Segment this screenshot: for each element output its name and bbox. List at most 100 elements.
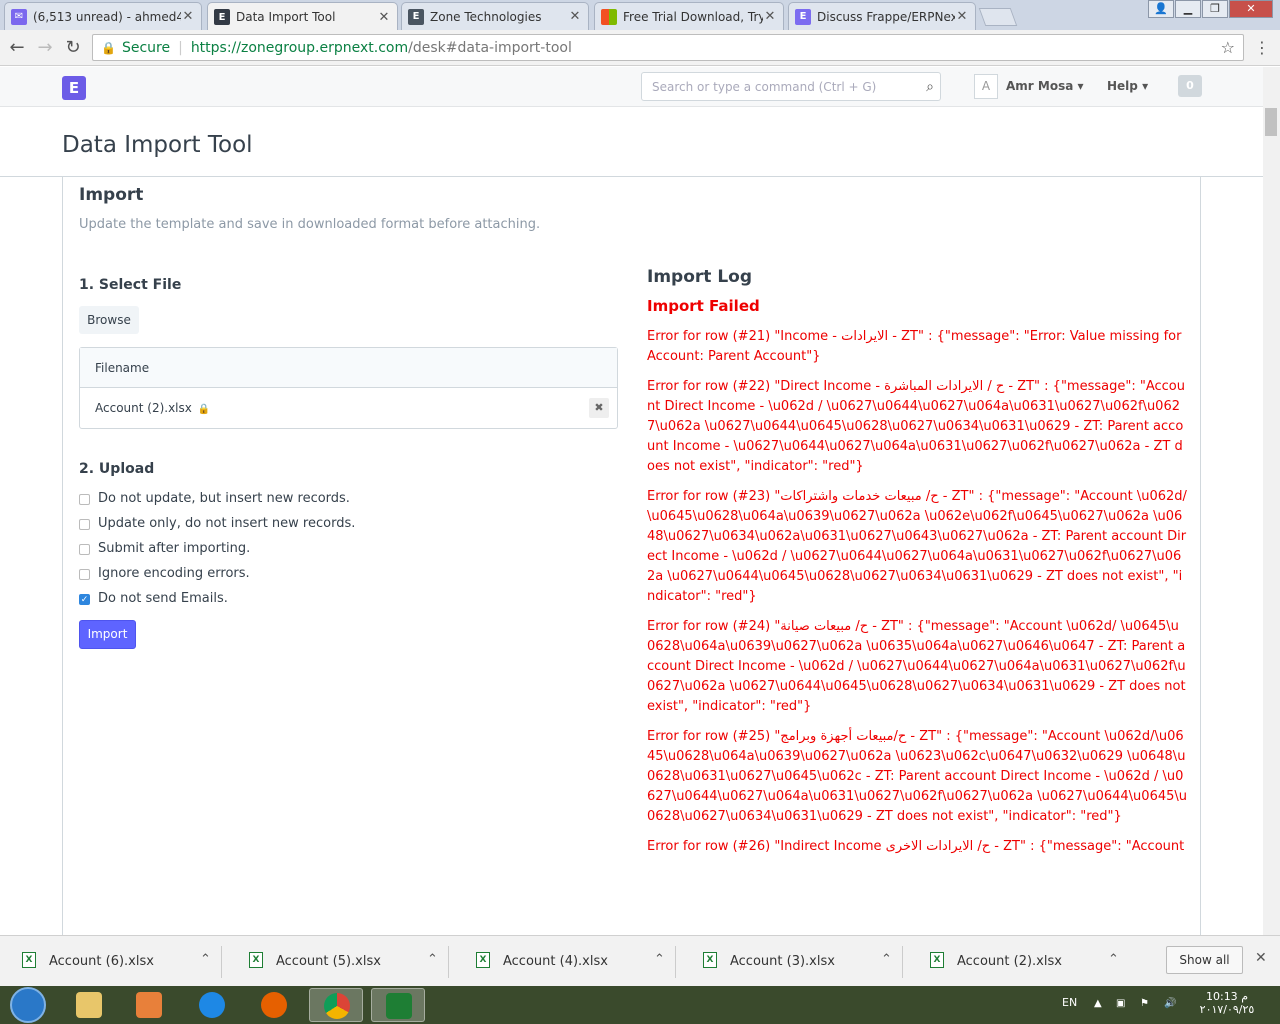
file-name[interactable]: Account (2).xlsx (95, 401, 192, 415)
no-email-label[interactable]: Do not send Emails. (98, 591, 228, 606)
internet-explorer-taskbar-icon[interactable] (185, 988, 239, 1022)
window-close-icon[interactable]: ✕ (1229, 0, 1273, 18)
lock-icon: 🔒 (197, 404, 211, 415)
close-tab-icon[interactable]: ✕ (181, 9, 195, 24)
insert-new-label[interactable]: Do not update, but insert new records. (98, 491, 350, 506)
update-only-label[interactable]: Update only, do not insert new records. (98, 516, 355, 531)
no-email-checkbox[interactable]: ✓ (79, 594, 90, 605)
excel-taskbar-icon[interactable] (371, 988, 425, 1022)
page-scrollbar-thumb[interactable] (1265, 108, 1277, 136)
browser-tab-strip: ✉ (6,513 unread) - ahmed4 ✕ E Data Impor… (0, 0, 1280, 31)
mail-icon: ✉ (11, 8, 27, 25)
remove-file-button[interactable]: ✖ (589, 398, 609, 418)
log-entry: Error for row (#26) "Indirect Income ح/ … (647, 839, 1185, 854)
download-item[interactable]: X Account (6).xlsx ⌃ (0, 946, 222, 978)
excel-file-icon: X (703, 952, 717, 968)
erpnext-logo[interactable]: E (62, 76, 86, 100)
browser-toolbar: ← → ↻ 🔒 Secure | https://zonegroup.erpne… (0, 30, 1280, 66)
import-button[interactable]: Import (79, 620, 136, 649)
chevron-up-icon[interactable]: ⌃ (654, 952, 665, 967)
explorer-taskbar-icon[interactable] (62, 988, 116, 1022)
file-table-header: Filename (80, 348, 617, 388)
excel-file-icon: X (22, 952, 36, 968)
back-icon[interactable]: ← (6, 37, 28, 58)
user-menu[interactable]: Amr Mosa ▾ (1006, 79, 1084, 93)
import-log-title: Import Log (647, 267, 752, 287)
lock-icon: 🔒 (101, 40, 116, 55)
log-entry: Error for row (#23) "ح/ مبيعات خدمات واش… (647, 489, 1187, 604)
user-profile-icon[interactable]: 👤 (1148, 0, 1174, 18)
system-tray: EN ▲ ▣ ⚑ 🔊 10:13 م ٢٠١٧/٠٩/٢٥ (1052, 986, 1280, 1024)
chevron-up-icon[interactable]: ⌃ (200, 952, 211, 967)
submit-after-import-label[interactable]: Submit after importing. (98, 541, 250, 556)
help-menu[interactable]: Help ▾ (1107, 79, 1148, 93)
erpnext-purple-icon: E (795, 8, 811, 25)
restore-icon[interactable]: ❐ (1202, 0, 1228, 18)
volume-icon[interactable]: 🔊 (1164, 998, 1176, 1010)
log-entry: Error for row (#25) "ح/مبيعات أجهزة وبرا… (647, 729, 1187, 824)
import-log: Import Log Import Failed Error for row (… (647, 267, 1187, 867)
forward-icon[interactable]: → (34, 37, 56, 58)
chevron-up-icon[interactable]: ⌃ (1108, 952, 1119, 967)
chevron-up-icon[interactable]: ⌃ (427, 952, 438, 967)
download-item[interactable]: X Account (4).xlsx ⌃ (454, 946, 676, 978)
reload-icon[interactable]: ↻ (62, 37, 84, 58)
microsoft-icon (601, 8, 617, 25)
tray-expand-icon[interactable]: ▲ (1094, 998, 1106, 1010)
chrome-taskbar-icon[interactable] (309, 988, 363, 1022)
excel-file-icon: X (930, 952, 944, 968)
import-heading: Import (79, 185, 144, 205)
show-all-downloads-button[interactable]: Show all (1166, 946, 1243, 974)
download-item[interactable]: X Account (2).xlsx ⌃ (908, 946, 1130, 978)
minimize-icon[interactable]: ▁ (1175, 0, 1201, 18)
avatar[interactable]: A (974, 74, 998, 99)
download-shelf: X Account (6).xlsx ⌃ X Account (5).xlsx … (0, 935, 1280, 986)
close-tab-icon[interactable]: ✕ (568, 9, 582, 24)
caret-down-icon: ▾ (1077, 79, 1084, 93)
insert-new-checkbox[interactable] (79, 494, 90, 505)
action-center-icon[interactable]: ⚑ (1140, 998, 1152, 1010)
import-card: Import Update the template and save in d… (62, 177, 1201, 937)
close-tab-icon[interactable]: ✕ (377, 10, 391, 25)
erpnext-icon: E (408, 8, 424, 25)
windows-start-button[interactable] (10, 987, 46, 1023)
app-navbar: E Search or type a command (Ctrl + G) ⌕ … (0, 67, 1263, 107)
ignore-encoding-checkbox[interactable] (79, 569, 90, 580)
network-icon[interactable]: ▣ (1116, 998, 1128, 1010)
windows-taskbar: EN ▲ ▣ ⚑ 🔊 10:13 م ٢٠١٧/٠٩/٢٥ (0, 986, 1280, 1024)
excel-file-icon: X (476, 952, 490, 968)
update-only-checkbox[interactable] (79, 519, 90, 530)
file-table: Filename Account (2).xlsx 🔒 ✖ (79, 347, 618, 429)
awesome-bar-search[interactable]: Search or type a command (Ctrl + G) ⌕ (641, 72, 941, 101)
bookmark-star-icon[interactable]: ☆ (1221, 38, 1235, 57)
page-head: Data Import Tool (0, 108, 1263, 177)
page-scrollbar[interactable] (1263, 67, 1280, 935)
clock[interactable]: 10:13 م ٢٠١٧/٠٩/٢٥ (1192, 990, 1262, 1016)
download-item[interactable]: X Account (5).xlsx ⌃ (227, 946, 449, 978)
language-indicator[interactable]: EN (1062, 996, 1077, 1009)
chevron-up-icon[interactable]: ⌃ (881, 952, 892, 967)
media-player-taskbar-icon[interactable] (122, 988, 176, 1022)
browse-button[interactable]: Browse (79, 306, 139, 334)
download-item[interactable]: X Account (3).xlsx ⌃ (681, 946, 903, 978)
log-entry: Error for row (#22) "Direct Income - ح /… (647, 379, 1185, 474)
browser-tab-discuss[interactable]: E Discuss Frappe/ERPNext ✕ (788, 2, 976, 30)
submit-after-import-checkbox[interactable] (79, 544, 90, 555)
log-entry: Error for row (#21) "Income - الايرادات … (647, 329, 1182, 364)
browser-tab-free-trial[interactable]: Free Trial Download, Try ✕ (594, 2, 784, 30)
log-entry: Error for row (#24) "ح/ مبيعات صيانة - Z… (647, 619, 1186, 714)
ignore-encoding-label[interactable]: Ignore encoding errors. (98, 566, 250, 581)
file-table-row: Account (2).xlsx 🔒 ✖ (80, 388, 617, 429)
upload-heading: 2. Upload (79, 461, 155, 477)
browser-menu-icon[interactable]: ⋮ (1254, 38, 1270, 57)
browser-tab-data-import-tool[interactable]: E Data Import Tool ✕ (207, 2, 398, 31)
firefox-taskbar-icon[interactable] (247, 988, 301, 1022)
browser-tab-zone-technologies[interactable]: E Zone Technologies ✕ (401, 2, 589, 30)
notification-badge[interactable]: 0 (1178, 75, 1202, 97)
browser-tab-mail[interactable]: ✉ (6,513 unread) - ahmed4 ✕ (4, 2, 202, 30)
close-tab-icon[interactable]: ✕ (763, 9, 777, 24)
close-tab-icon[interactable]: ✕ (955, 9, 969, 24)
close-shelf-icon[interactable]: ✕ (1255, 950, 1267, 966)
address-bar[interactable]: 🔒 Secure | https://zonegroup.erpnext.com… (92, 34, 1244, 61)
new-tab-button[interactable] (978, 8, 1018, 26)
